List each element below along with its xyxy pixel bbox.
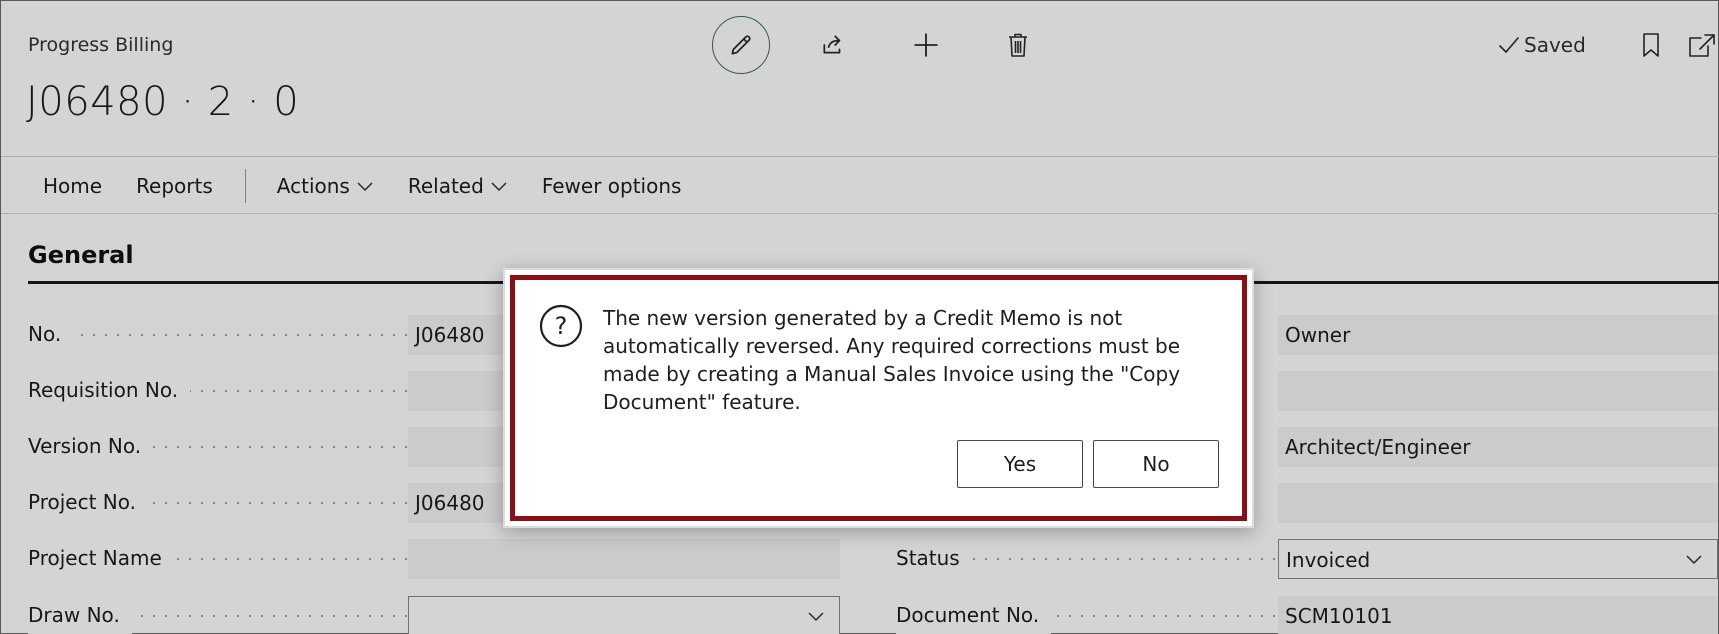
chevron-down-icon: [808, 612, 824, 622]
page-title: J06480 · 2 · 0: [26, 79, 300, 125]
pencil-icon: [731, 35, 751, 55]
field-label-version-no: Version No.: [28, 424, 154, 468]
chevron-down-icon: [357, 182, 373, 192]
owner-field[interactable]: Owner: [1278, 315, 1718, 355]
page-caption: Progress Billing: [28, 34, 174, 56]
field-row: Draw No.: [28, 593, 840, 634]
nav-divider: [1, 213, 1719, 214]
field-row: Status Invoiced: [896, 536, 1719, 580]
popout-icon: [1689, 34, 1715, 57]
plus-icon: [914, 33, 938, 57]
bookmark-icon: [1643, 33, 1659, 57]
field-label-draw-no: Draw No.: [28, 593, 132, 634]
question-icon: ?: [539, 304, 583, 348]
header-divider: [1, 156, 1719, 157]
open-new-window-button[interactable]: [1687, 25, 1719, 65]
chevron-down-icon: [491, 182, 507, 192]
confirm-dialog: ? The new version generated by a Credit …: [503, 268, 1254, 528]
saved-status: Saved: [1498, 33, 1586, 57]
tab-home[interactable]: Home: [26, 163, 119, 209]
menu-actions[interactable]: Actions: [261, 163, 391, 209]
delete-button[interactable]: [998, 25, 1038, 65]
menu-related[interactable]: Related: [391, 163, 525, 209]
field-row: Document No. SCM10101: [896, 593, 1719, 634]
right-field-4[interactable]: [1278, 483, 1718, 523]
checkmark-icon: [1499, 37, 1519, 54]
share-icon: [823, 35, 841, 54]
chevron-down-icon: [1686, 555, 1702, 565]
architect-engineer-field[interactable]: Architect/Engineer: [1278, 427, 1718, 467]
saved-label: Saved: [1524, 33, 1586, 57]
action-bar: Home Reports Actions Related Fewer optio…: [26, 163, 698, 209]
no-button[interactable]: No: [1093, 440, 1219, 488]
section-title-general[interactable]: General: [28, 241, 134, 269]
menu-actions-label: Actions: [276, 174, 350, 198]
right-field-2[interactable]: [1278, 371, 1718, 411]
new-button[interactable]: [906, 25, 946, 65]
field-label-document-no: Document No.: [896, 593, 1052, 634]
trash-icon: [1009, 33, 1027, 57]
field-row: Project Name: [28, 536, 840, 580]
document-no-field[interactable]: SCM10101: [1278, 596, 1718, 634]
share-button[interactable]: [813, 25, 853, 65]
fewer-options-link[interactable]: Fewer options: [525, 163, 699, 209]
project-name-field[interactable]: [408, 539, 840, 579]
menu-related-label: Related: [407, 174, 484, 198]
svg-text:?: ?: [555, 312, 568, 340]
tab-reports[interactable]: Reports: [119, 163, 230, 209]
status-value: Invoiced: [1286, 548, 1371, 572]
bookmark-button[interactable]: [1631, 25, 1671, 65]
edit-button[interactable]: [712, 16, 770, 74]
status-select[interactable]: Invoiced: [1278, 539, 1718, 579]
field-label-status: Status: [896, 536, 972, 580]
field-label-project-no: Project No.: [28, 480, 148, 524]
field-label-no: No.: [28, 312, 74, 356]
field-label-project-name: Project Name: [28, 536, 174, 580]
nav-separator: [244, 169, 246, 203]
leader-dots: [28, 334, 420, 336]
field-label-requisition-no: Requisition No.: [28, 368, 191, 412]
yes-button[interactable]: Yes: [957, 440, 1083, 488]
dialog-message: The new version generated by a Credit Me…: [603, 306, 1181, 414]
draw-no-select[interactable]: [408, 596, 840, 634]
